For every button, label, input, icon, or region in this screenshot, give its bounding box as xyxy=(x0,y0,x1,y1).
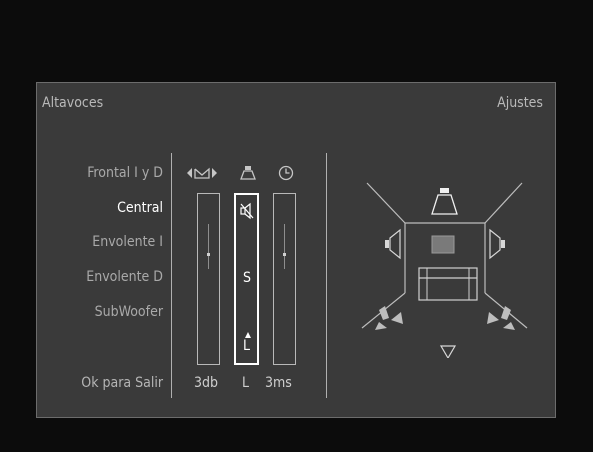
speaker-item-front-lr[interactable]: Frontal I y D xyxy=(87,165,163,181)
speaker-item-subwoofer[interactable]: SubWoofer xyxy=(95,304,163,320)
size-option-l[interactable]: L xyxy=(243,338,250,354)
size-value: L xyxy=(242,375,250,391)
delay-slider-track xyxy=(284,224,285,269)
speaker-muted-icon xyxy=(240,202,254,224)
speaker-layout-diagram xyxy=(357,178,547,362)
level-value: 3db xyxy=(194,375,219,391)
speaker-settings-panel: Altavoces Ajustes Frontal I y D Central … xyxy=(36,82,556,418)
settings-label: Ajustes xyxy=(497,95,543,111)
speaker-item-center[interactable]: Central xyxy=(117,200,163,216)
right-divider xyxy=(326,153,327,398)
level-slider-track xyxy=(208,224,209,269)
speaker-icon xyxy=(240,165,256,185)
speaker-item-surround-right[interactable]: Envolente D xyxy=(86,269,163,285)
balance-arrows-icon xyxy=(186,165,218,185)
level-slider-knob[interactable] xyxy=(207,253,210,256)
size-selector[interactable]: S L xyxy=(234,193,259,365)
delay-slider[interactable] xyxy=(273,193,296,365)
size-option-s[interactable]: S xyxy=(243,270,251,286)
exit-label[interactable]: Ok para Salir xyxy=(81,375,163,391)
delay-slider-knob[interactable] xyxy=(283,253,286,256)
speaker-item-surround-left[interactable]: Envolente I xyxy=(92,234,163,250)
panel-title: Altavoces xyxy=(42,95,104,111)
delay-value: 3ms xyxy=(265,375,292,391)
clock-icon xyxy=(278,165,294,185)
level-slider[interactable] xyxy=(197,193,220,365)
left-divider xyxy=(171,153,172,398)
